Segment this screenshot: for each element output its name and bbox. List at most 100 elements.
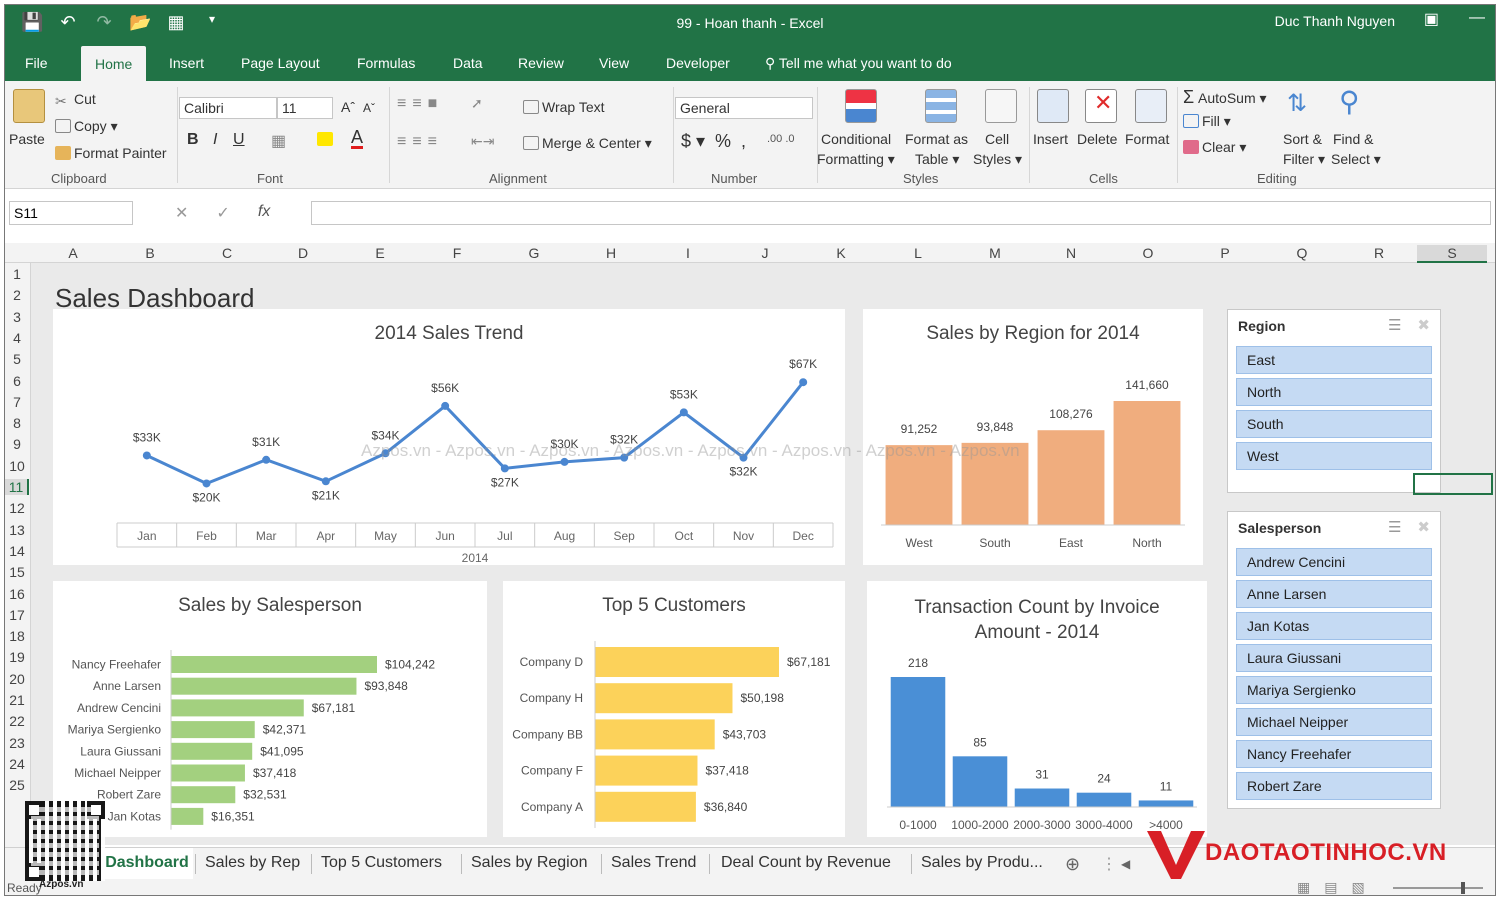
row-header-24[interactable]: 24 <box>5 756 29 772</box>
sheet-tab-sales-by-rep[interactable]: Sales by Rep <box>205 854 300 872</box>
slicer-item[interactable]: Andrew Cencini <box>1236 548 1432 576</box>
multi-select-icon[interactable]: ☰ <box>1388 316 1401 334</box>
font-size-combo[interactable]: 11 <box>277 97 333 119</box>
borders-icon[interactable]: ▦ <box>271 131 286 151</box>
merge-center-button[interactable]: Merge & Center ▾ <box>523 135 652 152</box>
slicer-item[interactable]: Michael Neipper <box>1236 708 1432 736</box>
insert-cells-button[interactable]: Insert <box>1033 131 1068 147</box>
row-header-4[interactable]: 4 <box>5 330 29 346</box>
slicer-item[interactable]: North <box>1236 378 1432 406</box>
name-box[interactable]: S11 <box>9 201 133 225</box>
column-header-p[interactable]: P <box>1215 245 1235 261</box>
formula-input[interactable] <box>311 201 1491 225</box>
shrink-font-icon[interactable]: Aˇ <box>363 101 375 115</box>
orientation-icon[interactable]: ➚ <box>471 95 483 112</box>
conditional-formatting-icon[interactable] <box>845 89 877 123</box>
row-header-22[interactable]: 22 <box>5 713 29 729</box>
format-cells-icon[interactable] <box>1135 89 1167 123</box>
slicer-item[interactable]: South <box>1236 410 1432 438</box>
conditional-formatting-button[interactable]: Conditional <box>821 131 891 147</box>
underline-icon[interactable]: U <box>233 131 245 149</box>
row-header-18[interactable]: 18 <box>5 628 29 644</box>
horizontal-align-icons[interactable]: ≡≡≡ <box>397 133 443 151</box>
minimize-icon[interactable]: — <box>1469 9 1485 29</box>
bold-icon[interactable]: B <box>187 131 199 149</box>
column-header-a[interactable]: A <box>63 245 83 261</box>
sales-trend-chart[interactable]: 2014 Sales Trend Jan Feb Mar Apr May Jun Jul Au… <box>53 309 845 565</box>
sort-filter-button[interactable]: Sort & <box>1283 131 1322 147</box>
italic-icon[interactable]: I <box>213 131 217 149</box>
slicer-item[interactable]: Laura Giussani <box>1236 644 1432 672</box>
cut-button[interactable]: ✂ Cut <box>55 91 96 109</box>
row-header-10[interactable]: 10 <box>5 458 29 474</box>
paste-icon[interactable] <box>13 89 45 123</box>
ribbon-display-icon[interactable]: ▣ <box>1424 9 1439 29</box>
row-header-14[interactable]: 14 <box>5 543 29 559</box>
row-header-7[interactable]: 7 <box>5 394 29 410</box>
percent-icon[interactable]: % <box>715 131 731 152</box>
insert-function-icon[interactable]: fx <box>258 203 270 223</box>
row-header-23[interactable]: 23 <box>5 735 29 751</box>
column-header-n[interactable]: N <box>1061 245 1081 261</box>
row-header-15[interactable]: 15 <box>5 564 29 580</box>
enter-icon[interactable]: ✓ <box>216 203 229 223</box>
row-header-2[interactable]: 2 <box>5 287 29 303</box>
paste-button[interactable]: Paste <box>9 131 45 147</box>
currency-icon[interactable]: $ ▾ <box>681 131 705 152</box>
wrap-text-button[interactable]: Wrap Text <box>523 99 605 115</box>
zoom-slider[interactable] <box>1393 887 1483 889</box>
scroll-left-icon[interactable]: ◀ <box>1121 857 1130 871</box>
tell-me-search[interactable]: ⚲ Tell me what you want to do <box>765 55 952 72</box>
sales-by-region-chart[interactable]: Sales by Region for 2014 91,252 West 93,84… <box>863 309 1203 565</box>
clear-filter-icon[interactable]: ✖ <box>1417 518 1430 536</box>
slicer-item[interactable]: East <box>1236 346 1432 374</box>
cell-styles-button[interactable]: Cell <box>985 131 1009 147</box>
column-header-c[interactable]: C <box>217 245 237 261</box>
column-header-s[interactable]: S <box>1417 245 1487 263</box>
column-header-h[interactable]: H <box>601 245 621 261</box>
column-header-j[interactable]: J <box>755 245 775 261</box>
sort-filter-icon[interactable]: ⇅ <box>1287 89 1307 118</box>
cell-styles-icon[interactable] <box>985 89 1017 123</box>
top-customers-chart[interactable]: Top 5 Customers Company D $67,181 Company … <box>503 581 845 837</box>
row-header-21[interactable]: 21 <box>5 692 29 708</box>
find-icon[interactable]: ⚲ <box>1339 85 1360 118</box>
row-header-9[interactable]: 9 <box>5 436 29 452</box>
format-as-table-icon[interactable] <box>925 89 957 123</box>
column-header-b[interactable]: B <box>140 245 160 261</box>
row-header-19[interactable]: 19 <box>5 649 29 665</box>
column-header-f[interactable]: F <box>447 245 467 261</box>
format-as-table-button[interactable]: Format as <box>905 131 968 147</box>
view-buttons[interactable]: ▦▤▧ <box>1297 879 1379 895</box>
tab-insert[interactable]: Insert <box>169 55 204 71</box>
slicer-item[interactable]: Jan Kotas <box>1236 612 1432 640</box>
selected-cell[interactable] <box>1413 473 1493 495</box>
row-header-11[interactable]: 11 <box>5 479 29 495</box>
row-header-13[interactable]: 13 <box>5 522 29 538</box>
multi-select-icon[interactable]: ☰ <box>1388 518 1401 536</box>
row-header-6[interactable]: 6 <box>5 373 29 389</box>
autosum-button[interactable]: Σ AutoSum ▾ <box>1183 87 1267 108</box>
insert-cells-icon[interactable] <box>1037 89 1069 123</box>
sheet-tab-top-5-customers[interactable]: Top 5 Customers <box>321 854 442 872</box>
clear-button[interactable]: Clear ▾ <box>1183 139 1246 156</box>
row-header-3[interactable]: 3 <box>5 309 29 325</box>
sheet-tabs-more-icon[interactable]: ⋮ <box>1101 854 1117 874</box>
row-header-8[interactable]: 8 <box>5 415 29 431</box>
sheet-tab-sales-trend[interactable]: Sales Trend <box>611 854 696 872</box>
vertical-align-icons[interactable]: ≡≡■ <box>397 95 443 113</box>
find-select-button[interactable]: Find & <box>1333 131 1373 147</box>
column-header-r[interactable]: R <box>1369 245 1389 261</box>
user-name[interactable]: Duc Thanh Nguyen <box>1275 13 1395 29</box>
slicer-item[interactable]: Robert Zare <box>1236 772 1432 800</box>
fill-color-icon[interactable] <box>317 131 336 147</box>
tab-file[interactable]: File <box>25 55 48 71</box>
tab-view[interactable]: View <box>599 55 629 71</box>
row-header-17[interactable]: 17 <box>5 607 29 623</box>
indent-icons[interactable]: ⇤⇥ <box>471 133 494 150</box>
slicer-item[interactable]: Anne Larsen <box>1236 580 1432 608</box>
column-header-q[interactable]: Q <box>1292 245 1312 261</box>
tab-review[interactable]: Review <box>518 55 564 71</box>
font-name-combo[interactable]: Calibri <box>179 97 277 119</box>
column-header-i[interactable]: I <box>678 245 698 261</box>
